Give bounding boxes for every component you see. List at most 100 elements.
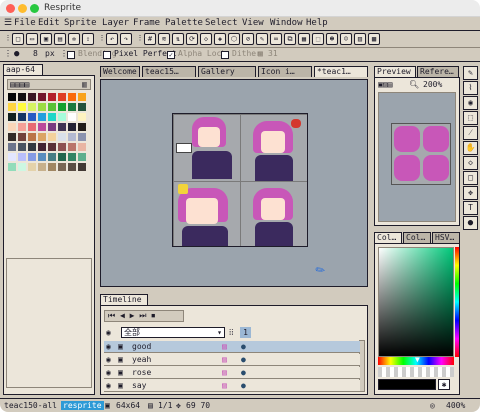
lock-icon[interactable]: ▣ <box>118 341 123 352</box>
palette-swatch[interactable] <box>78 113 86 121</box>
palette-swatch[interactable] <box>48 93 56 101</box>
palette-swatch[interactable] <box>38 123 46 131</box>
lock-icon[interactable]: ▣ <box>118 354 123 365</box>
dither-checkbox[interactable] <box>221 51 229 59</box>
cel-icon[interactable]: ● <box>241 380 246 391</box>
menu-window[interactable]: Window <box>270 18 303 28</box>
preview-viewport[interactable] <box>378 92 456 222</box>
zoom-icon[interactable]: ◎ <box>430 401 435 410</box>
palette-swatch[interactable] <box>58 133 66 141</box>
shape-tool-icon[interactable]: □ <box>463 171 478 185</box>
palette-swatch[interactable] <box>48 143 56 151</box>
palette-swatch[interactable] <box>18 163 26 171</box>
palette-swatch[interactable] <box>58 143 66 151</box>
palette-swatch[interactable] <box>38 93 46 101</box>
palette-swatch[interactable] <box>38 133 46 141</box>
tag-icon[interactable]: ◇ <box>200 33 212 45</box>
palette-swatch[interactable] <box>48 103 56 111</box>
layer-filter-select[interactable]: 全部 ▾ <box>121 327 225 338</box>
menu-frame[interactable]: Frame <box>133 18 160 28</box>
palette-tools-icon[interactable]: ▤▤▤▤ <box>10 80 29 89</box>
text-tool-icon[interactable]: T <box>463 201 478 215</box>
export-icon[interactable]: ⇪ <box>82 33 94 45</box>
palette-swatch[interactable] <box>68 133 76 141</box>
frame-icon[interactable]: ⬚ <box>312 33 324 45</box>
tab-color-1[interactable]: Col… <box>374 232 402 243</box>
layer-row-say[interactable]: ◉ ▣ say ▨ ● <box>104 380 360 392</box>
playback-controls[interactable]: ⏮ ◀ ▶ ⏭ ⏹ <box>104 310 184 322</box>
tab-reference[interactable]: Refere… <box>417 66 459 77</box>
sprite-canvas[interactable] <box>172 113 308 247</box>
bucket-tool-icon[interactable]: ● <box>463 216 478 230</box>
palette-swatch[interactable] <box>68 103 76 111</box>
preview-zoom[interactable]: 200% <box>423 80 442 89</box>
grid-icon[interactable]: ⁞⁞ <box>229 328 233 337</box>
brush-icon[interactable]: ✎ <box>256 33 268 45</box>
palette-delete-icon[interactable]: ▥ <box>82 80 87 89</box>
menu-sprite[interactable]: Sprite <box>64 18 97 28</box>
select-tool-icon[interactable]: ⬚ <box>463 111 478 125</box>
save-as-icon[interactable]: ▤ <box>54 33 66 45</box>
palette-swatch[interactable] <box>8 133 16 141</box>
palette-swatch[interactable] <box>28 143 36 151</box>
layer-row-good[interactable]: ◉ ▣ good ▨ ● <box>104 341 360 353</box>
palette-swatch[interactable] <box>8 153 16 161</box>
character-icon[interactable]: ☻ <box>326 33 338 45</box>
rotate-icon[interactable]: ⟳ <box>186 33 198 45</box>
palette-swatch[interactable] <box>68 153 76 161</box>
save-icon[interactable]: ▣ <box>40 33 52 45</box>
hue-slider[interactable] <box>455 247 459 357</box>
pixel-perfect-checkbox[interactable] <box>103 51 111 59</box>
eyedropper-tool-icon[interactable]: ⁄ <box>463 126 478 140</box>
palette-swatch[interactable] <box>58 103 66 111</box>
palette-swatch[interactable] <box>48 153 56 161</box>
palette-swatch[interactable] <box>68 123 76 131</box>
hand-tool-icon[interactable]: ✋ <box>463 141 478 155</box>
palette-swatch[interactable] <box>28 103 36 111</box>
palette-swatch[interactable] <box>78 133 86 141</box>
zoom-icon[interactable]: 🔍︎ <box>409 80 419 89</box>
palette-swatch[interactable] <box>28 123 36 131</box>
tab-welcome[interactable]: Welcome <box>100 66 140 77</box>
tab-hsv[interactable]: HSV… <box>432 232 460 243</box>
current-color-swatch[interactable] <box>378 379 436 390</box>
palette-swatch[interactable] <box>18 153 26 161</box>
palette-swatch[interactable] <box>58 163 66 171</box>
palette-swatch[interactable] <box>38 103 46 111</box>
tab-icon[interactable]: Icon i… <box>258 66 312 77</box>
palette-swatch[interactable] <box>48 113 56 121</box>
palette-swatch[interactable] <box>18 103 26 111</box>
reference-icon[interactable]: ▦ <box>298 33 310 45</box>
palette-swatch[interactable] <box>78 163 86 171</box>
palette-swatch[interactable] <box>48 163 56 171</box>
fill-icon[interactable]: ▥ <box>354 33 366 45</box>
menu-view[interactable]: View <box>242 18 264 28</box>
palette-swatch[interactable] <box>38 163 46 171</box>
redo-icon[interactable]: ↷ <box>120 33 132 45</box>
pencil-tool-icon[interactable]: ✎ <box>463 66 478 80</box>
layer-row-yeah[interactable]: ◉ ▣ yeah ▨ ● <box>104 354 360 366</box>
eraser-tool-icon[interactable]: ◇ <box>463 156 478 170</box>
pattern-icon[interactable]: ▩ <box>368 33 380 45</box>
menu-edit[interactable]: Edit <box>38 18 60 28</box>
open-file-icon[interactable]: ▭ <box>26 33 38 45</box>
palette-swatch[interactable] <box>58 153 66 161</box>
palette-swatch[interactable] <box>78 123 86 131</box>
blending-checkbox[interactable] <box>67 51 75 59</box>
copy-icon[interactable]: ⧉ <box>284 33 296 45</box>
menu-help[interactable]: Help <box>306 18 328 28</box>
palette-swatch[interactable] <box>18 93 26 101</box>
menu-icon[interactable]: ☰ <box>4 18 12 28</box>
palette-swatch[interactable] <box>18 113 26 121</box>
palette-swatch[interactable] <box>8 123 16 131</box>
eye-icon[interactable]: ◉ <box>106 341 111 352</box>
cel-icon[interactable]: ● <box>241 367 246 378</box>
color-saturation-field[interactable] <box>378 247 454 357</box>
maximize-window-button[interactable] <box>30 4 39 13</box>
close-window-button[interactable] <box>6 4 15 13</box>
dither-value[interactable]: 31 <box>268 49 278 58</box>
menu-file[interactable]: File <box>14 18 36 28</box>
undo-icon[interactable]: ↶ <box>106 33 118 45</box>
palette-swatch[interactable] <box>58 113 66 121</box>
palette-swatch[interactable] <box>18 123 26 131</box>
